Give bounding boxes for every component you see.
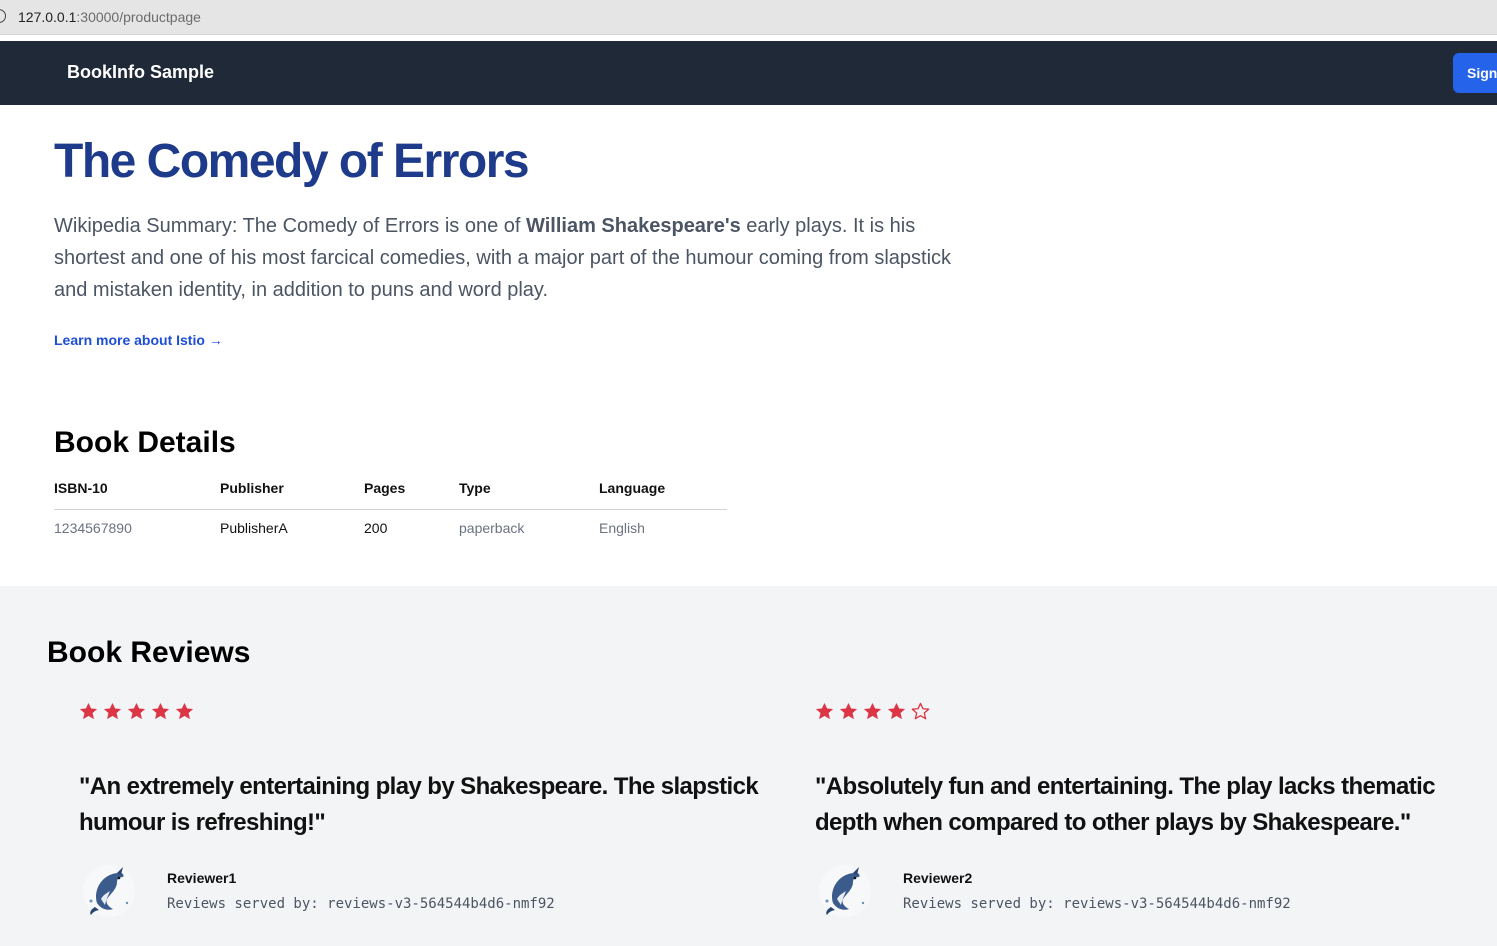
star-empty-icon — [911, 702, 930, 720]
book-details-table: ISBN-10 Publisher Pages Type Language 12… — [54, 468, 727, 547]
star-filled-icon — [864, 703, 881, 719]
top-navbar: BookInfo Sample Sign in — [0, 41, 1497, 105]
star-filled-icon — [176, 703, 193, 719]
star-filled-icon — [888, 703, 905, 719]
dolphin-avatar-icon — [819, 865, 871, 917]
column-header: ISBN-10 — [54, 468, 220, 510]
reviewer-info: Reviewer2 Reviews served by: reviews-v3-… — [815, 863, 1495, 923]
star-filled-icon — [816, 703, 833, 719]
pages-cell: 200 — [364, 520, 388, 537]
brand-title[interactable]: BookInfo Sample — [67, 62, 214, 83]
star-filled-icon — [152, 703, 169, 719]
column-header: Publisher — [220, 468, 364, 510]
summary-prefix: Wikipedia Summary: The Comedy of Errors … — [54, 215, 527, 237]
url-path: :30000/productpage — [76, 9, 201, 25]
publisher-cell: PublisherA — [220, 520, 288, 537]
column-header: Pages — [364, 468, 459, 510]
url-host: 127.0.0.1 — [18, 9, 77, 25]
isbn-cell: 1234567890 — [54, 520, 132, 537]
served-by-text: Reviews served by: reviews-v3-564544b4d6… — [167, 896, 555, 912]
sign-in-button[interactable]: Sign in — [1453, 53, 1497, 93]
book-details-heading: Book Details — [54, 426, 236, 459]
column-header: Type — [459, 468, 599, 510]
learn-more-link[interactable]: Learn more about Istio → — [54, 332, 223, 348]
review-quote: "Absolutely fun and entertaining. The pl… — [815, 773, 1436, 836]
table-row: 1234567890 PublisherA 200 paperback Engl… — [54, 509, 727, 547]
review-card: "Absolutely fun and entertaining. The pl… — [815, 702, 1495, 923]
column-header: Language — [599, 468, 727, 510]
site-info-icon[interactable] — [0, 9, 6, 23]
review-quote: "An extremely entertaining play by Shake… — [79, 773, 759, 836]
url-text[interactable]: 127.0.0.1:30000/productpage — [18, 9, 201, 25]
star-rating — [815, 702, 1495, 722]
book-reviews-section: Book Reviews "An extremely entertaining … — [0, 586, 1497, 946]
dolphin-avatar-icon — [83, 865, 135, 917]
reviewer-info: Reviewer1 Reviews served by: reviews-v3-… — [79, 863, 759, 923]
summary-author: William Shakespeare's — [526, 215, 741, 237]
star-filled-icon — [80, 703, 97, 719]
page-title: The Comedy of Errors — [54, 135, 530, 188]
reviewer-name: Reviewer1 — [167, 870, 237, 886]
type-cell: paperback — [459, 520, 525, 537]
served-by-text: Reviews served by: reviews-v3-564544b4d6… — [903, 896, 1291, 912]
book-reviews-heading: Book Reviews — [47, 636, 251, 669]
star-filled-icon — [840, 703, 857, 719]
book-summary: Wikipedia Summary: The Comedy of Errors … — [54, 210, 954, 306]
star-filled-icon — [104, 703, 121, 719]
review-card: "An extremely entertaining play by Shake… — [79, 702, 759, 923]
reviewer-name: Reviewer2 — [903, 870, 973, 886]
table-header-row: ISBN-10 Publisher Pages Type Language — [54, 468, 727, 510]
language-cell: English — [599, 520, 645, 537]
browser-address-bar[interactable]: 127.0.0.1:30000/productpage — [0, 0, 1497, 35]
star-rating — [79, 702, 759, 722]
star-filled-icon — [128, 703, 145, 719]
